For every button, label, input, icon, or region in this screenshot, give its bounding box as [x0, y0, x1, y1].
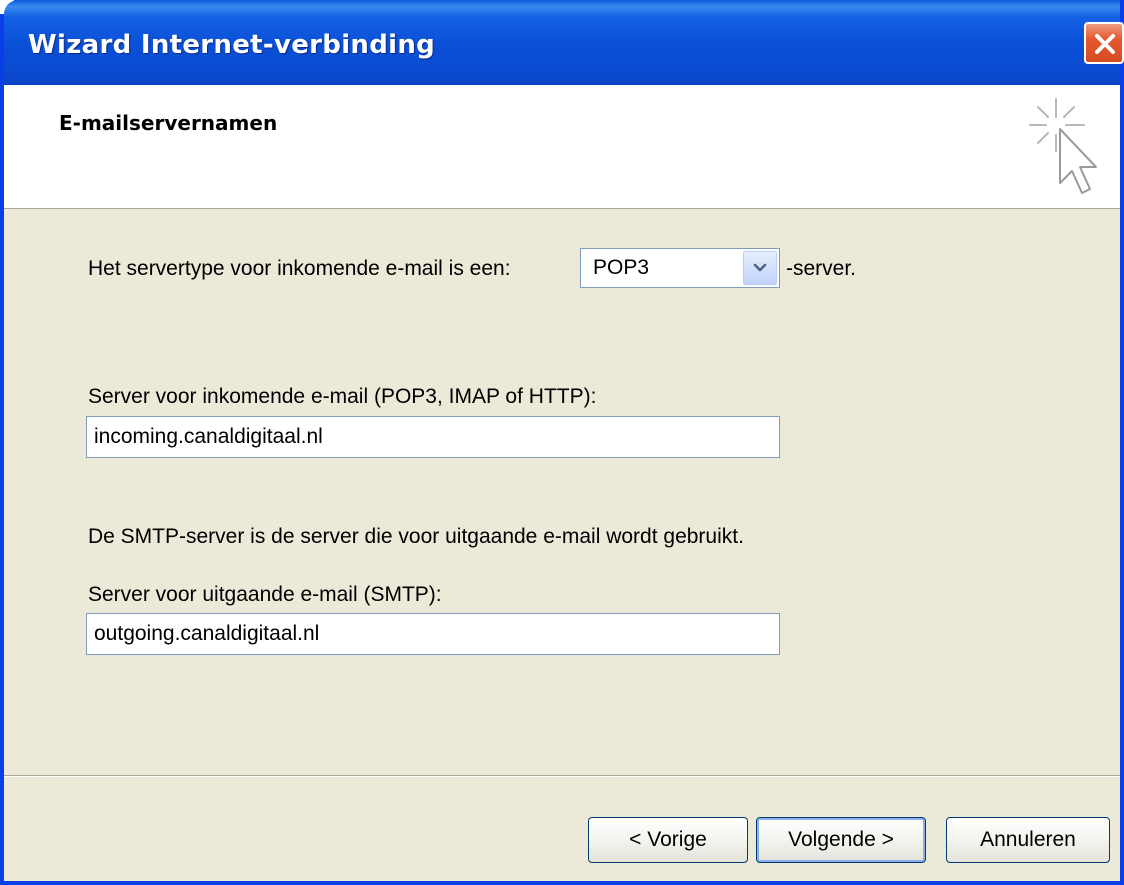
page-heading: E-mailservernamen: [59, 111, 278, 135]
incoming-server-label: Server voor inkomende e-mail (POP3, IMAP…: [88, 385, 597, 408]
next-button[interactable]: Volgende >: [756, 817, 926, 863]
wizard-header: E-mailservernamen: [4, 85, 1120, 209]
outgoing-server-input[interactable]: [86, 613, 780, 655]
title-bar[interactable]: Wizard Internet-verbinding: [4, 0, 1124, 85]
incoming-server-input[interactable]: [86, 416, 780, 458]
close-icon: [1095, 34, 1115, 54]
server-type-suffix: -server.: [786, 257, 857, 280]
wizard-client-area: E-mailservernamen Het servertype voor in…: [4, 85, 1120, 881]
window-title: Wizard Internet-verbinding: [28, 30, 436, 60]
button-area-divider: [4, 775, 1120, 777]
dropdown-button[interactable]: [743, 251, 777, 285]
server-type-label: Het servertype voor inkomende e-mail is …: [88, 257, 511, 280]
server-type-value: POP3: [593, 256, 650, 279]
cursor-sparkle-icon: [1029, 98, 1097, 194]
cancel-button[interactable]: Annuleren: [946, 817, 1110, 863]
outgoing-server-label: Server voor uitgaande e-mail (SMTP):: [88, 583, 442, 606]
close-button[interactable]: [1084, 22, 1124, 64]
chevron-down-icon: [753, 263, 767, 272]
server-type-dropdown[interactable]: POP3: [580, 248, 780, 288]
smtp-info-text: De SMTP-server is de server die voor uit…: [88, 525, 744, 548]
wizard-window: Wizard Internet-verbinding E-mailservern…: [0, 0, 1124, 885]
back-button[interactable]: < Vorige: [588, 817, 748, 863]
